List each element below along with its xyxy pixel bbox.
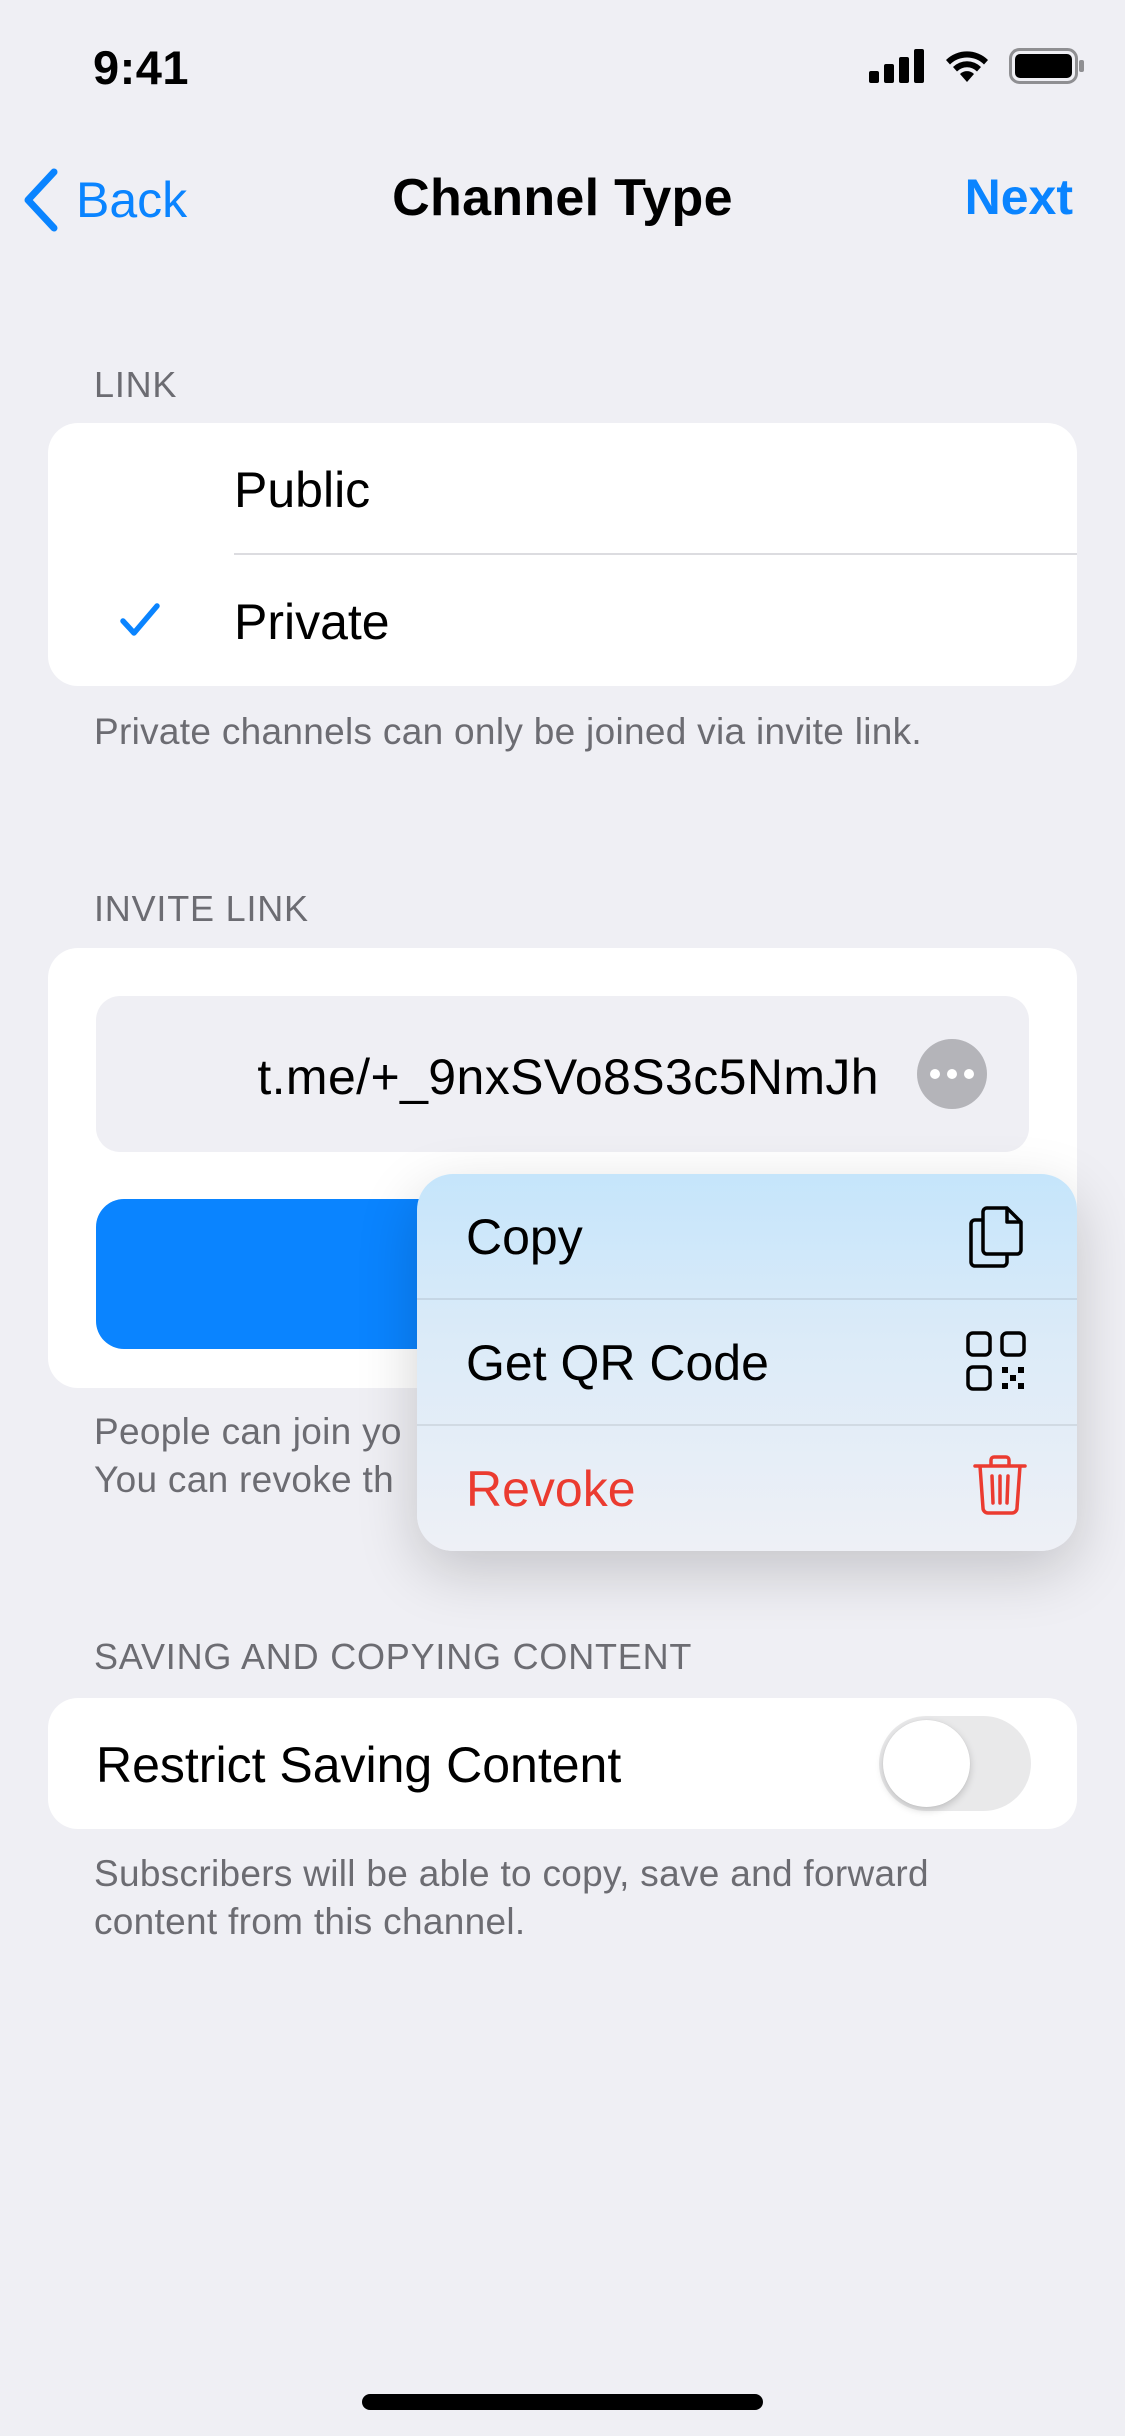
toggle-knob: [883, 1720, 970, 1807]
status-time: 9:41: [93, 41, 190, 94]
option-public-label: Public: [234, 462, 371, 518]
status-icons: [869, 48, 1085, 84]
saving-footer-line1: Subscribers will be able to copy, save a…: [94, 1853, 929, 1894]
qr-code-icon: [966, 1331, 1026, 1391]
next-button[interactable]: Next: [965, 168, 1073, 226]
menu-item-qr-code-label: Get QR Code: [466, 1335, 769, 1391]
trash-icon: [973, 1455, 1027, 1515]
cellular-signal-icon: [869, 49, 924, 83]
home-indicator: [362, 2394, 763, 2410]
invite-link-field[interactable]: t.me/+_9nxSVo8S3c5NmJh: [96, 996, 1029, 1152]
saving-footer-line2: content from this channel.: [94, 1901, 526, 1942]
wifi-icon: [946, 51, 988, 82]
link-section-header: LINK: [94, 364, 178, 405]
invite-link-footer: People can join yo You can revoke th: [94, 1408, 424, 1504]
more-options-button[interactable]: [917, 1039, 987, 1109]
menu-item-revoke[interactable]: Revoke: [417, 1426, 1077, 1551]
more-dot-icon: [947, 1069, 957, 1079]
invite-link-text: t.me/+_9nxSVo8S3c5NmJh: [257, 1049, 879, 1105]
chevron-left-icon: [24, 168, 58, 232]
context-menu: Copy Get QR Code Revoke: [417, 1174, 1077, 1551]
link-section-footer: Private channels can only be joined via …: [94, 711, 923, 752]
link-type-card: Public Private: [48, 423, 1077, 686]
more-dot-icon: [930, 1069, 940, 1079]
checkmark-icon: [120, 603, 160, 636]
menu-item-copy-label: Copy: [466, 1209, 583, 1265]
option-private[interactable]: Private: [48, 555, 1077, 687]
restrict-saving-label: Restrict Saving Content: [96, 1737, 622, 1793]
battery-icon: [1009, 48, 1084, 84]
back-button[interactable]: Back: [22, 168, 187, 232]
menu-item-copy[interactable]: Copy: [417, 1174, 1077, 1299]
invite-link-footer-line1: People can join yo: [94, 1411, 402, 1452]
option-private-label: Private: [234, 594, 390, 650]
invite-link-footer-line2: You can revoke th: [94, 1459, 394, 1500]
copy-icon: [969, 1206, 1023, 1268]
saving-card: Restrict Saving Content: [48, 1698, 1077, 1829]
restrict-saving-toggle[interactable]: [879, 1716, 1031, 1811]
saving-section-footer: Subscribers will be able to copy, save a…: [94, 1850, 929, 1946]
invite-link-section-header: INVITE LINK: [94, 888, 309, 929]
saving-section-header: SAVING AND COPYING CONTENT: [94, 1636, 693, 1677]
more-dot-icon: [964, 1069, 974, 1079]
menu-item-revoke-label: Revoke: [466, 1461, 636, 1517]
menu-item-qr-code[interactable]: Get QR Code: [417, 1300, 1077, 1425]
option-public[interactable]: Public: [48, 423, 1077, 555]
back-label: Back: [76, 172, 188, 228]
